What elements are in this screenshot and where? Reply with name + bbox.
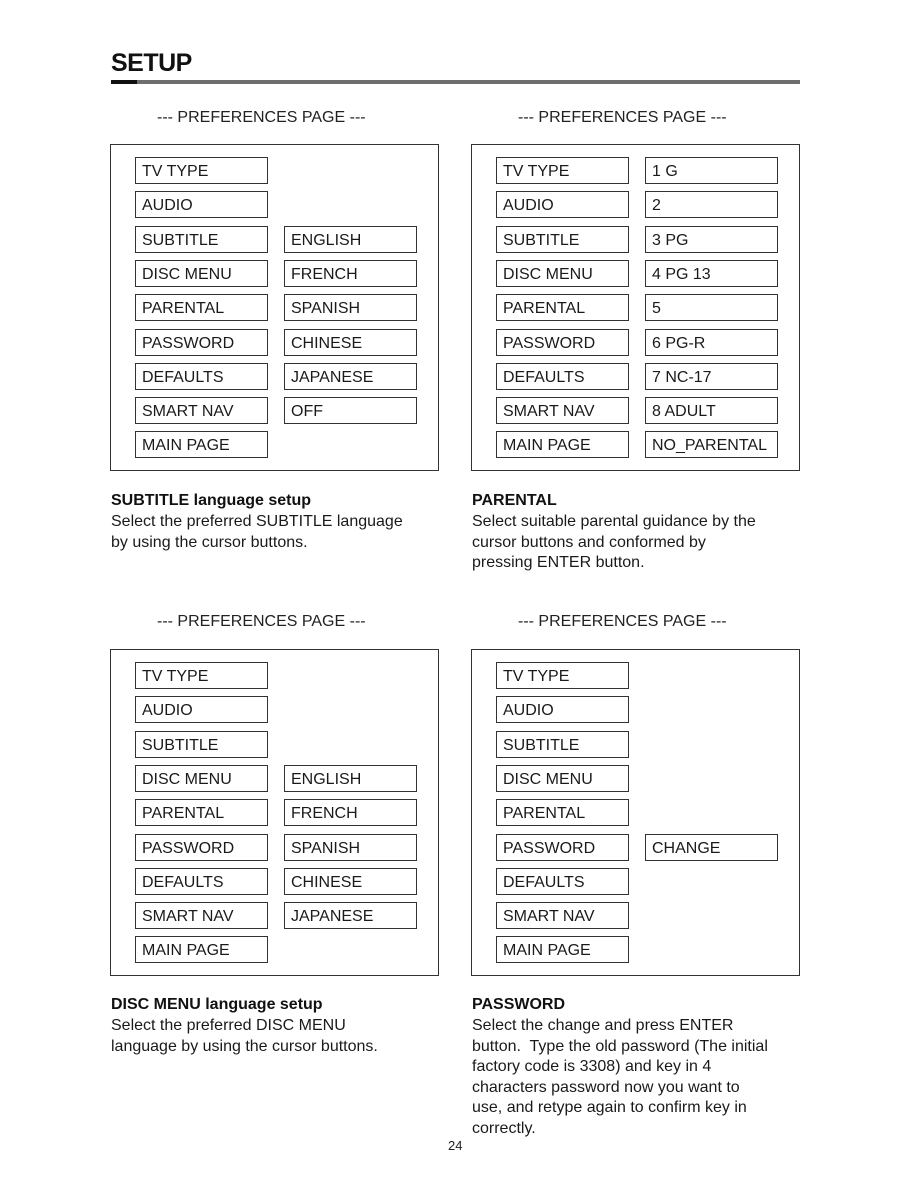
section-heading: PARENTAL [472,492,557,509]
osd-menu-panel: TV TYPE AUDIO SUBTITLE DISC MENU PARENTAL PAS… [110,649,439,976]
section-description: Select the change and press ENTER button.… [472,1016,768,1139]
menu-item-disc-menu[interactable]: DISC MENU [135,764,268,792]
option-2[interactable]: 2 [645,191,778,219]
title-underline [111,80,800,84]
title-underline-accent [111,80,137,84]
description-line: Select the preferred SUBTITLE language [111,513,403,530]
description-line: by using the cursor buttons. [111,533,308,551]
menu-item-main-page[interactable]: MAIN PAGE [135,431,268,459]
section-description: Select the preferred SUBTITLE language by… [111,512,403,553]
option-change[interactable]: CHANGE [645,833,778,861]
option-chinese[interactable]: CHINESE [284,867,417,895]
description-line: cursor buttons and conformed by [472,533,706,551]
description-line: Select the change and press ENTER [472,1017,734,1034]
option-no-parental[interactable]: NO_PARENTAL [645,431,778,459]
option-1-g[interactable]: 1 G [645,157,778,184]
menu-item-parental[interactable]: PARENTAL [135,799,268,827]
option-5[interactable]: 5 [645,294,778,322]
menu-item-main-page[interactable]: MAIN PAGE [496,936,629,964]
menu-item-defaults[interactable]: DEFAULTS [496,867,629,895]
menu-item-disc-menu[interactable]: DISC MENU [135,259,268,287]
menu-item-tv-type[interactable]: TV TYPE [135,662,268,689]
option-french[interactable]: FRENCH [284,799,417,827]
option-3-pg[interactable]: 3 PG [645,225,778,253]
option-japanese[interactable]: JAPANESE [284,362,417,390]
option-6-pg-r[interactable]: 6 PG-R [645,328,778,356]
menu-item-subtitle[interactable]: SUBTITLE [135,730,268,758]
preferences-page-header: --- PREFERENCES PAGE --- [518,613,727,630]
menu-item-password[interactable]: PASSWORD [496,833,629,861]
menu-item-smart-nav[interactable]: SMART NAV [496,397,629,425]
osd-menu-panel: TV TYPE AUDIO SUBTITLE DISC MENU PARENTAL PAS… [110,144,439,471]
section-description: Select suitable parental guidance by the… [472,512,756,574]
option-japanese[interactable]: JAPANESE [284,902,417,930]
menu-item-password[interactable]: PASSWORD [496,328,629,356]
menu-item-subtitle[interactable]: SUBTITLE [135,225,268,253]
description-line: button. Type the old password (The initi… [472,1037,768,1055]
menu-item-defaults[interactable]: DEFAULTS [135,362,268,390]
menu-item-tv-type[interactable]: TV TYPE [496,662,629,689]
menu-item-main-page[interactable]: MAIN PAGE [496,431,629,459]
option-7-nc-17[interactable]: 7 NC-17 [645,362,778,390]
description-line: characters password now you want to [472,1078,740,1096]
menu-item-disc-menu[interactable]: DISC MENU [496,764,629,792]
description-line: use, and retype again to confirm key in [472,1099,747,1116]
option-8-adult[interactable]: 8 ADULT [645,397,778,425]
description-line: Select the preferred DISC MENU [111,1017,346,1034]
preferences-page-header: --- PREFERENCES PAGE --- [157,109,366,126]
description-line: Select suitable parental guidance by the [472,513,756,530]
description-line: factory code is 3308) and key in 4 [472,1058,712,1075]
option-french[interactable]: FRENCH [284,259,417,287]
option-4-pg-13[interactable]: 4 PG 13 [645,259,778,287]
preferences-page-header: --- PREFERENCES PAGE --- [518,109,727,126]
option-english[interactable]: ENGLISH [284,764,417,792]
menu-item-smart-nav[interactable]: SMART NAV [135,397,268,425]
menu-item-tv-type[interactable]: TV TYPE [135,157,268,184]
menu-item-subtitle[interactable]: SUBTITLE [496,225,629,253]
section-heading: PASSWORD [472,996,566,1013]
osd-menu-panel: TV TYPE AUDIO SUBTITLE DISC MENU PARENTAL PAS… [471,649,800,976]
section-heading: DISC MENU language setup [111,996,323,1013]
menu-item-subtitle[interactable]: SUBTITLE [496,730,629,758]
menu-item-audio[interactable]: AUDIO [496,696,629,724]
menu-item-tv-type[interactable]: TV TYPE [496,157,629,184]
menu-item-parental[interactable]: PARENTAL [135,294,268,322]
menu-item-audio[interactable]: AUDIO [135,191,268,219]
menu-item-parental[interactable]: PARENTAL [496,799,629,827]
setup-title: SETUP [111,49,192,77]
option-english[interactable]: ENGLISH [284,225,417,253]
menu-item-audio[interactable]: AUDIO [496,191,629,219]
menu-item-smart-nav[interactable]: SMART NAV [496,902,629,930]
menu-item-smart-nav[interactable]: SMART NAV [135,902,268,930]
menu-item-main-page[interactable]: MAIN PAGE [135,936,268,964]
description-line: correctly. [472,1119,536,1137]
page-number: 24 [448,1138,463,1153]
menu-item-audio[interactable]: AUDIO [135,696,268,724]
osd-menu-panel: TV TYPE AUDIO SUBTITLE DISC MENU PARENTAL PAS… [471,144,800,471]
option-spanish[interactable]: SPANISH [284,294,417,322]
description-line: pressing ENTER button. [472,554,645,571]
section-heading: SUBTITLE language setup [111,492,312,509]
option-off[interactable]: OFF [284,397,417,425]
menu-item-defaults[interactable]: DEFAULTS [496,362,629,390]
menu-item-parental[interactable]: PARENTAL [496,294,629,322]
option-chinese[interactable]: CHINESE [284,328,417,356]
option-spanish[interactable]: SPANISH [284,833,417,861]
menu-item-password[interactable]: PASSWORD [135,328,268,356]
menu-item-defaults[interactable]: DEFAULTS [135,867,268,895]
preferences-page-header: --- PREFERENCES PAGE --- [157,613,366,630]
section-description: Select the preferred DISC MENU language b… [111,1016,378,1057]
menu-item-disc-menu[interactable]: DISC MENU [496,259,629,287]
menu-item-password[interactable]: PASSWORD [135,833,268,861]
description-line: language by using the cursor buttons. [111,1037,378,1055]
